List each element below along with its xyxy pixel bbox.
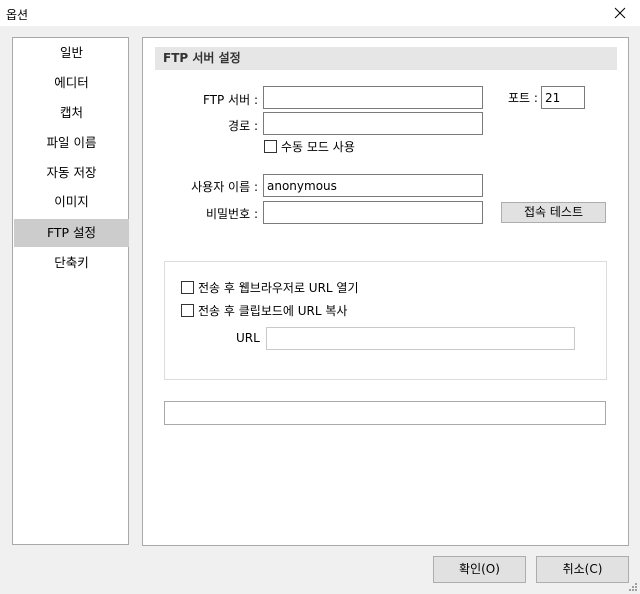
path-label: 경로 : [228,119,258,133]
close-button[interactable] [600,0,640,26]
cancel-button[interactable]: 취소(C) [536,556,629,583]
copy-clipboard-checkbox[interactable]: 전송 후 클립보드에 URL 복사 [181,302,347,319]
url-label: URL [236,331,260,345]
port-label: 포트 : [508,91,538,105]
ftp-server-input[interactable] [263,86,483,109]
checkbox-box[interactable] [181,281,194,294]
url-input[interactable] [266,327,575,350]
password-label: 비밀번호 : [205,207,258,221]
ok-button[interactable]: 확인(O) [433,556,526,583]
passive-mode-checkbox[interactable]: 수동 모드 사용 [264,138,355,155]
port-input[interactable] [541,86,585,109]
nav-item-ftp[interactable]: FTP 설정 [14,219,129,247]
options-category-list: 일반 에디터 캡처 파일 이름 자동 저장 이미지 FTP 설정 단축키 [12,37,129,545]
path-input[interactable] [263,112,483,135]
nav-item-filename[interactable]: 파일 이름 [14,129,129,157]
section-title: FTP 서버 설정 [155,47,617,70]
open-browser-checkbox[interactable]: 전송 후 웹브라우저로 URL 열기 [181,279,359,296]
resize-grip-icon[interactable] [626,580,638,592]
copy-clipboard-label: 전송 후 클립보드에 URL 복사 [198,304,348,318]
nav-item-capture[interactable]: 캡처 [14,99,129,127]
open-browser-label: 전송 후 웹브라우저로 URL 열기 [198,281,359,295]
title-bar: 옵션 [0,0,640,26]
nav-item-autosave[interactable]: 자동 저장 [14,159,129,187]
checkbox-box[interactable] [181,304,194,317]
status-box [164,401,606,425]
username-input[interactable] [263,174,483,197]
nav-item-general[interactable]: 일반 [14,39,129,67]
username-label: 사용자 이름 : [191,180,258,194]
nav-item-image[interactable]: 이미지 [14,188,129,216]
ftp-server-label: FTP 서버 : [202,93,258,107]
nav-item-editor[interactable]: 에디터 [14,69,129,97]
nav-item-shortcuts[interactable]: 단축키 [14,249,129,277]
close-icon [614,7,626,19]
password-input[interactable] [263,201,483,224]
passive-mode-label: 수동 모드 사용 [281,140,355,154]
connection-test-button[interactable]: 접속 테스트 [501,202,606,223]
window-title: 옵션 [6,8,29,22]
checkbox-box[interactable] [264,140,277,153]
